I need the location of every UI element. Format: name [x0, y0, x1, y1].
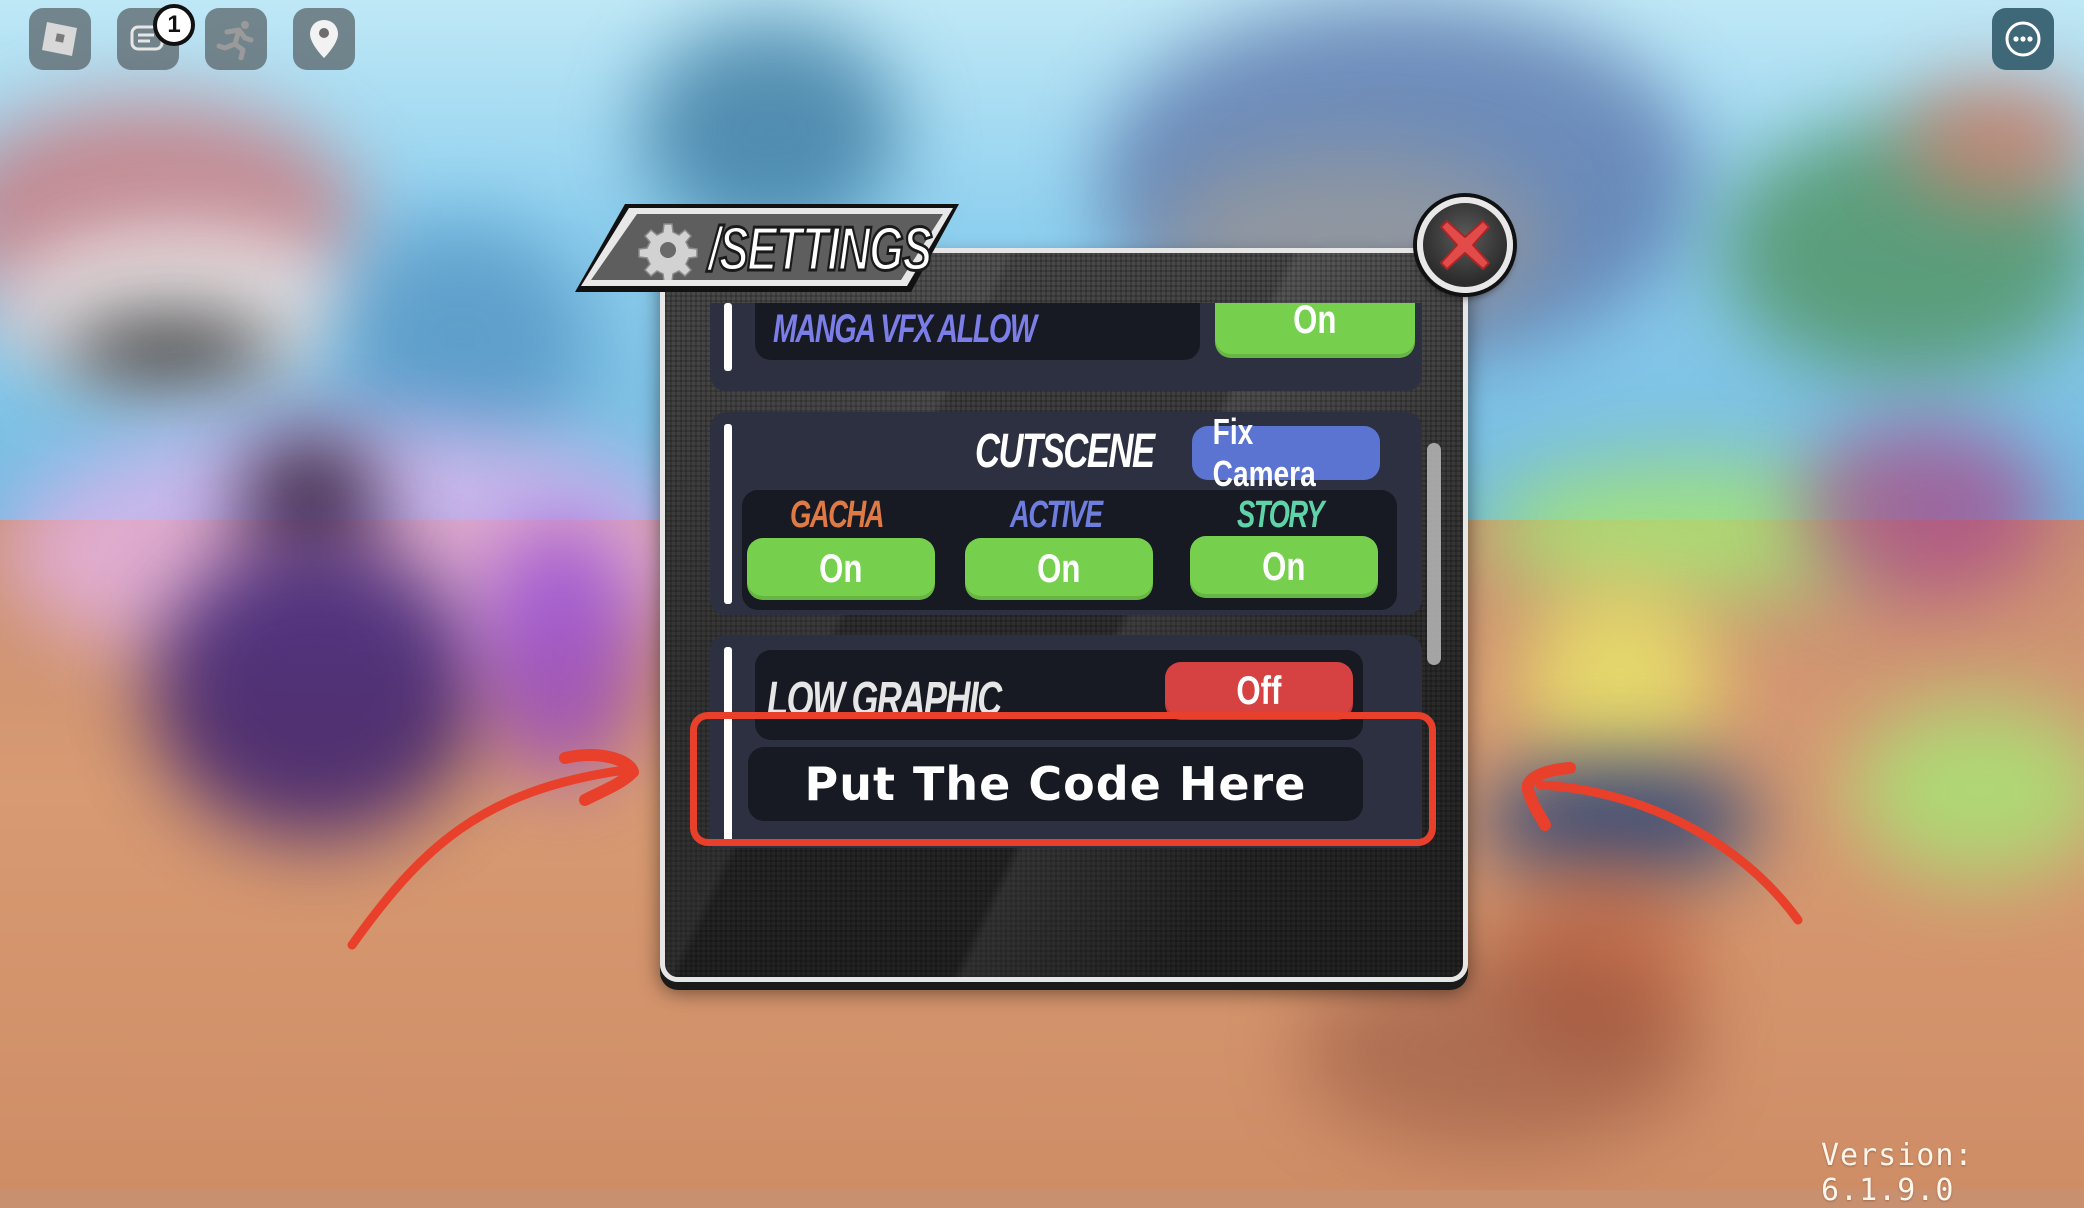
version-label: Version: 6.1.9.0	[1821, 1138, 1974, 1208]
right-arrow-icon	[1535, 780, 1803, 925]
right-arrow-head-icon	[1521, 762, 1576, 831]
annotation-arrows	[347, 749, 1803, 950]
